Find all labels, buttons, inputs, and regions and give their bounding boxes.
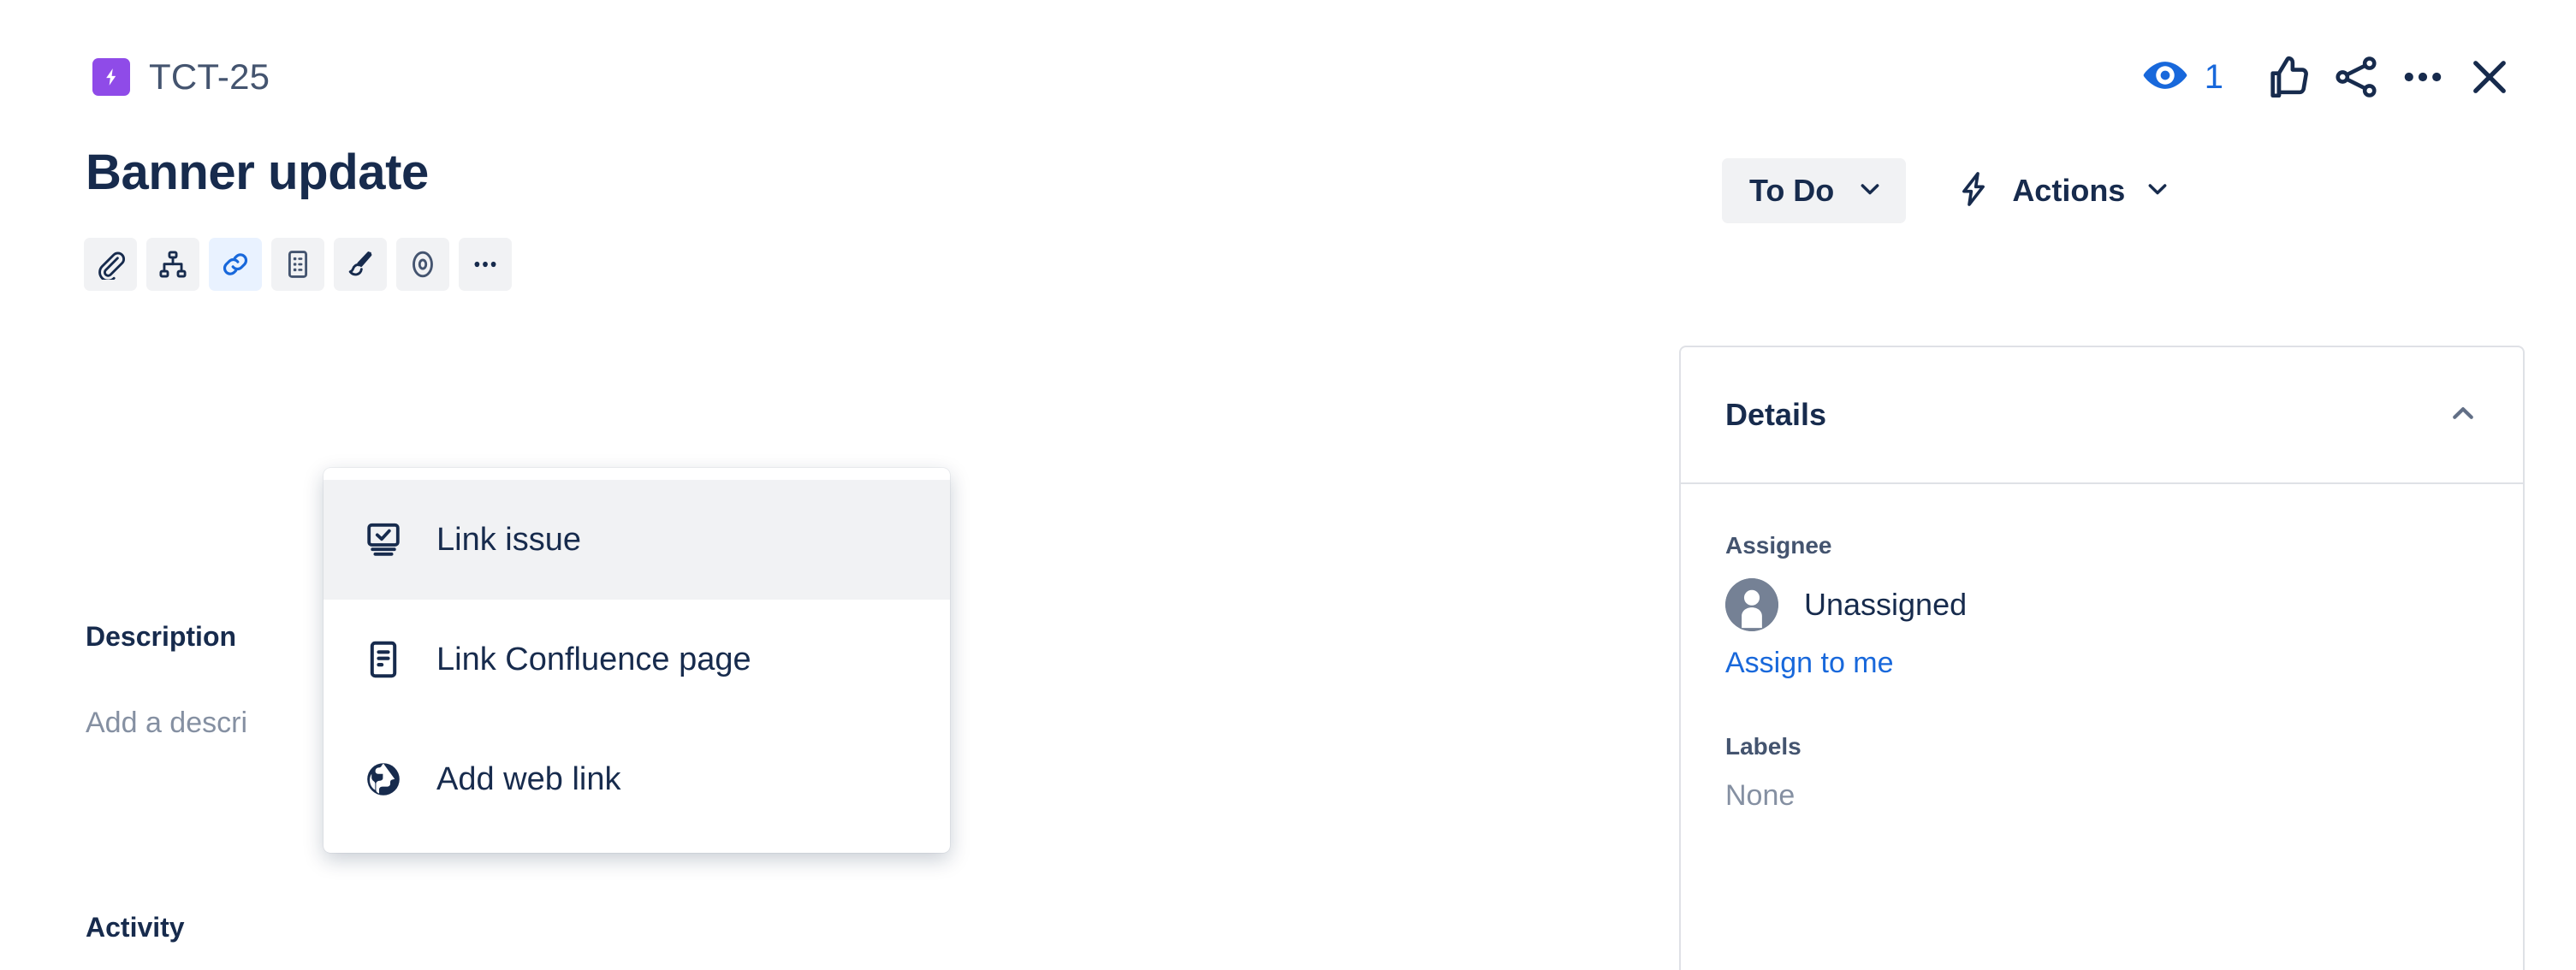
details-panel-header[interactable]: Details — [1681, 347, 2523, 484]
more-options-button[interactable] — [459, 238, 512, 291]
linked-issue-icon — [361, 518, 406, 562]
menu-item-add-web-link[interactable]: Add web link — [323, 719, 950, 839]
add-goal-button[interactable] — [396, 238, 449, 291]
top-bar: TCT-25 1 — [0, 0, 2576, 108]
more-horizontal-icon[interactable] — [2389, 44, 2456, 110]
labels-field-label: Labels — [1725, 733, 1801, 760]
status-dropdown-button[interactable]: To Do — [1722, 157, 1907, 223]
menu-item-link-issue[interactable]: Link issue — [323, 480, 950, 600]
lightning-bolt-icon — [1954, 169, 1993, 211]
person-avatar-icon — [1725, 578, 1778, 631]
status-label: To Do — [1749, 172, 1835, 208]
assign-to-me-link[interactable]: Assign to me — [1725, 647, 1894, 680]
top-actions: 1 — [2141, 44, 2523, 110]
link-button[interactable] — [209, 238, 262, 291]
attach-button[interactable] — [84, 238, 137, 291]
menu-item-label: Link issue — [436, 521, 581, 558]
chevron-down-icon — [1856, 175, 1884, 205]
task-lightning-icon — [92, 58, 130, 96]
eye-watch-icon[interactable] — [2141, 51, 2189, 104]
watch-count-label: 1 — [2204, 58, 2223, 96]
thumbs-up-icon[interactable] — [2256, 44, 2323, 110]
link-dropdown-menu: Link issue Link Confluence page Add web … — [323, 468, 950, 853]
actions-label: Actions — [2012, 172, 2126, 208]
chevron-down-icon — [2144, 175, 2171, 205]
status-and-actions-row: To Do Actions — [1722, 152, 2187, 228]
jira-issue-detail-view: TCT-25 1 Banner update Description Add a… — [0, 0, 2576, 970]
details-panel-body: Assignee Unassigned Assign to me Labels … — [1681, 484, 2523, 813]
add-form-button[interactable] — [271, 238, 324, 291]
breadcrumb[interactable]: TCT-25 — [92, 56, 270, 98]
assignee-value-row[interactable]: Unassigned — [1725, 578, 2478, 631]
add-child-issue-button[interactable] — [146, 238, 199, 291]
menu-item-label: Link Confluence page — [436, 641, 751, 677]
issue-action-toolbar — [84, 238, 512, 291]
activity-heading: Activity — [86, 912, 185, 943]
confluence-page-icon — [361, 637, 406, 682]
details-title: Details — [1725, 397, 1827, 432]
labels-value[interactable]: None — [1725, 779, 2478, 813]
assignee-value: Unassigned — [1804, 587, 1968, 622]
actions-dropdown-button[interactable]: Actions — [1938, 152, 2187, 228]
globe-icon — [361, 757, 406, 801]
close-icon[interactable] — [2456, 44, 2523, 110]
issue-key-label: TCT-25 — [149, 56, 270, 97]
issue-sidebar: To Do Actions Details Assignee Unassigne… — [1669, 108, 2576, 970]
share-icon[interactable] — [2323, 44, 2389, 110]
page-title[interactable]: Banner update — [86, 144, 429, 201]
menu-item-link-confluence-page[interactable]: Link Confluence page — [323, 600, 950, 719]
description-placeholder[interactable]: Add a descri — [86, 707, 247, 740]
ai-suggest-button[interactable] — [334, 238, 387, 291]
menu-item-label: Add web link — [436, 760, 621, 797]
chevron-up-icon[interactable] — [2448, 398, 2478, 433]
description-heading: Description — [86, 621, 237, 652]
assignee-field-label: Assignee — [1725, 532, 1832, 559]
details-panel: Details Assignee Unassigned Assign to me… — [1679, 346, 2525, 970]
watch-control[interactable]: 1 — [2141, 51, 2223, 104]
